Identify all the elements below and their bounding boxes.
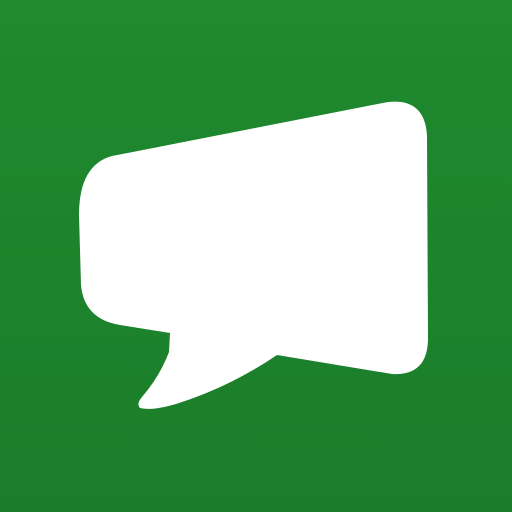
- chat-bubble-icon: [79, 101, 428, 409]
- app-icon[interactable]: [0, 0, 512, 512]
- speech-bubble-shape: [79, 101, 428, 409]
